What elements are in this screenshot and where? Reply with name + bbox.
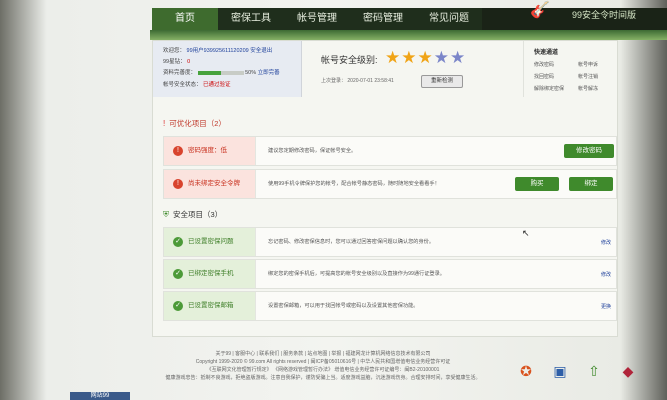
footer-copyright: Copyright 1999-2020 © 99.com All rights …	[195, 359, 451, 365]
account-info-box: 欢迎您： 99用户939925611120209 安全退出 99星钻： 0 资料…	[153, 41, 302, 97]
completeness-label: 资料完善度：	[163, 70, 197, 76]
account-id-row: 欢迎您： 99用户939925611120209 安全退出	[163, 46, 272, 54]
star-empty-icon: ★	[433, 48, 449, 67]
complete-profile-link[interactable]: 立即完善	[258, 68, 280, 76]
account-id-value: 99用户939925611120209	[186, 48, 249, 54]
nav-faq[interactable]: 常见问题	[416, 8, 482, 30]
nav-home[interactable]: 首页	[152, 8, 218, 30]
security-status-row: 帐号安全状态： 已通过验证	[163, 80, 231, 88]
quick-unbind[interactable]: 解除绑定密保	[534, 85, 564, 92]
modify-question-link[interactable]: 修改	[601, 239, 611, 246]
star-empty-icon: ★	[450, 48, 466, 67]
security-status-value: 已通过验证	[203, 82, 231, 88]
optimize-section-title: ! 可优化项目（2）	[163, 119, 226, 128]
bottom-taskbar-tab[interactable]: 网站99	[70, 392, 130, 400]
optimize-item-password: ! 密码强度：低 建议您定期修改密码，保证帐号安全。 修改密码	[163, 136, 617, 166]
quick-menu: 快速通道 修改密码 帐号申诉 找回密码 帐号注销 解除绑定密保 帐号解冻	[523, 41, 618, 97]
footer-badges: ✪ ▣ ⇧ ◆	[515, 356, 639, 386]
logout-link[interactable]: 安全退出	[250, 46, 272, 54]
quick-recover-password[interactable]: 找回密码	[534, 73, 554, 80]
footer-license: 《互联网文化管理暂行规定》 《网络游戏管理暂行办法》 增值电信业务经营许可证编号…	[206, 367, 440, 373]
points-value: 0	[187, 59, 191, 65]
buy-button[interactable]: 购买	[515, 177, 559, 191]
safe-section-title: ⛨ 安全项目（3）	[163, 210, 223, 219]
points-label: 99星钻：	[163, 59, 186, 65]
points-row: 99星钻： 0	[163, 57, 190, 65]
check-icon: ✓	[173, 269, 183, 279]
quick-account-cancel[interactable]: 帐号注销	[578, 73, 598, 80]
safe-item-question: ✓ 已设置密保问题 忘记密码、修改密保信息时，您可以通过回答密保问题以确认您的身…	[163, 227, 617, 257]
security-email-tag: ✓ 已设置密保邮箱	[164, 292, 256, 320]
change-password-button[interactable]: 修改密码	[564, 144, 614, 158]
nav-security-tools[interactable]: 密保工具	[218, 8, 284, 30]
password-strength-desc: 建议您定期修改密码，保证帐号安全。	[268, 148, 357, 154]
last-login: 上次登录： 2020-07-01 23:58:41	[321, 78, 394, 84]
modify-phone-link[interactable]: 修改	[601, 271, 611, 278]
password-strength-tag: ! 密码强度：低	[164, 137, 256, 165]
trust-badge-icon[interactable]: ✪	[515, 356, 537, 386]
security-question-tag: ✓ 已设置密保问题	[164, 228, 256, 256]
footer: 关于99 | 客服中心 | 联系我们 | 服务条款 | 站点地图 | 举报 | …	[158, 350, 488, 382]
shield-icon: ⛨	[163, 210, 169, 219]
change-email-link[interactable]: 更换	[601, 303, 611, 310]
refresh-check-button[interactable]: 重新检测	[421, 75, 463, 88]
completeness-row: 资料完善度： 50% 立即完善	[163, 68, 280, 76]
security-level-title: 帐号安全级别:	[321, 55, 378, 65]
warning-icon: !	[163, 119, 166, 128]
nav-account-management[interactable]: 帐号管理	[284, 8, 350, 30]
security-stars: ★ ★ ★ ★ ★	[385, 49, 465, 66]
nav-password-management[interactable]: 密码管理	[350, 8, 416, 30]
secure-badge-icon[interactable]: ⇧	[583, 356, 605, 386]
quick-menu-title: 快速通道	[534, 50, 559, 56]
guitar-icon: 🎸	[530, 2, 550, 19]
age-rating-badge-icon[interactable]: ◆	[617, 356, 639, 386]
quick-unfreeze[interactable]: 帐号解冻	[578, 85, 598, 92]
footer-links[interactable]: 关于99 | 客服中心 | 联系我们 | 服务条款 | 站点地图 | 举报 | …	[158, 350, 488, 358]
completeness-percent: 50%	[245, 70, 257, 76]
completeness-bar-fill	[197, 70, 221, 75]
footer-health-warning: 健康游戏忠告：抵制不良游戏，拒绝盗版游戏。注意自我保护，谨防受骗上当。适度游戏益…	[165, 375, 481, 381]
security-phone-desc: 绑定您的密保手机后，可提高您的帐号安全级别以及直接作为99通行证登录。	[268, 271, 445, 277]
logo-text: 99安全令时间版	[572, 10, 637, 20]
credible-site-badge-icon[interactable]: ▣	[549, 356, 571, 386]
logo: 🎸 99安全令时间版	[530, 0, 667, 24]
bind-button[interactable]: 绑定	[569, 177, 613, 191]
alert-icon: !	[173, 179, 183, 189]
main-panel: 欢迎您： 99用户939925611120209 安全退出 99星钻： 0 资料…	[152, 40, 618, 337]
quick-account-appeal[interactable]: 帐号申诉	[578, 61, 598, 68]
security-status-label: 帐号安全状态：	[163, 82, 202, 88]
security-email-desc: 设置密保邮箱，可以用于找回帐号或密码以及设置其他密保功能。	[268, 303, 419, 309]
quick-change-password[interactable]: 修改密码	[534, 61, 554, 68]
optimize-item-token: ! 尚未绑定安全令牌 使用99手机令牌保护您的帐号，配合帐号静态密码，随时随地安…	[163, 169, 617, 199]
star-filled-icon: ★	[385, 48, 401, 67]
star-filled-icon: ★	[401, 48, 417, 67]
mouse-cursor-icon: ↖	[522, 228, 530, 238]
token-desc: 使用99手机令牌保护您的帐号，配合帐号静态密码，随时随地安全看看手！	[268, 181, 440, 187]
completeness-bar	[197, 70, 244, 75]
star-filled-icon: ★	[417, 48, 433, 67]
main-nav: 首页 密保工具 帐号管理 密码管理 常见问题	[152, 8, 482, 30]
check-icon: ✓	[173, 237, 183, 247]
account-id-label: 欢迎您：	[163, 48, 186, 54]
security-question-desc: 忘记密码、修改密保信息时，您可以通过回答密保问题以确认您的身份。	[268, 239, 435, 245]
token-tag: ! 尚未绑定安全令牌	[164, 170, 256, 198]
alert-icon: !	[173, 146, 183, 156]
security-phone-tag: ✓ 已绑定密保手机	[164, 260, 256, 288]
safe-item-email: ✓ 已设置密保邮箱 设置密保邮箱，可以用于找回帐号或密码以及设置其他密保功能。 …	[163, 291, 617, 321]
safe-item-phone: ✓ 已绑定密保手机 绑定您的密保手机后，可提高您的帐号安全级别以及直接作为99通…	[163, 259, 617, 289]
check-icon: ✓	[173, 301, 183, 311]
green-header-band	[150, 30, 667, 40]
